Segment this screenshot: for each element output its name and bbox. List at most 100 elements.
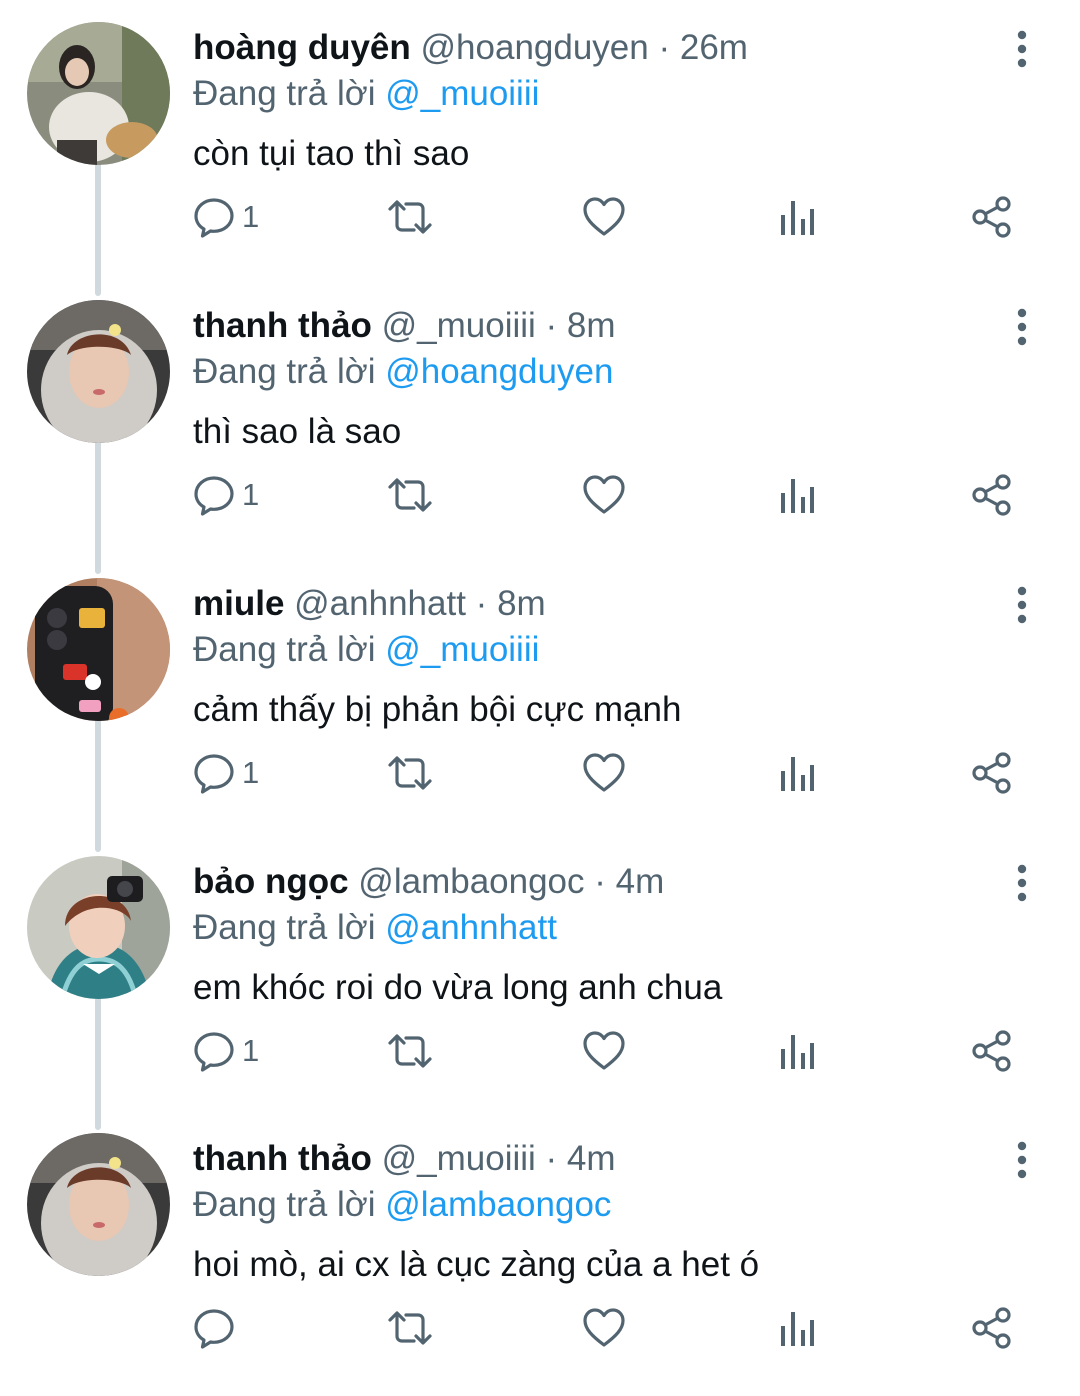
- share-button[interactable]: [970, 1303, 1014, 1353]
- author-handle[interactable]: @_muoiiii: [382, 306, 536, 345]
- like-icon: [582, 1029, 626, 1073]
- like-button[interactable]: [582, 192, 626, 242]
- views-icon: [777, 1306, 817, 1350]
- more-icon[interactable]: [1002, 863, 1042, 903]
- like-icon: [582, 751, 626, 795]
- separator: ·: [658, 28, 671, 67]
- tweet[interactable]: hoàng duyên @hoangduyen · 26m Đang trả l…: [0, 7, 1080, 285]
- views-button[interactable]: [777, 1303, 817, 1353]
- tweet-header: bảo ngọc @lambaongoc · 4m: [193, 859, 664, 905]
- retweet-button[interactable]: [386, 748, 434, 798]
- avatar[interactable]: [27, 300, 170, 443]
- timestamp[interactable]: 8m: [497, 584, 546, 623]
- retweet-button[interactable]: [386, 1026, 434, 1076]
- replying-to-label: Đang trả lời: [193, 1185, 376, 1224]
- author-handle[interactable]: @_muoiiii: [382, 1139, 536, 1178]
- retweet-button[interactable]: [386, 192, 434, 242]
- tweet-header: hoàng duyên @hoangduyen · 26m: [193, 25, 748, 71]
- timestamp[interactable]: 4m: [616, 862, 665, 901]
- share-button[interactable]: [970, 748, 1014, 798]
- author-name[interactable]: miule: [193, 584, 284, 623]
- more-icon[interactable]: [1002, 1140, 1042, 1180]
- tweet[interactable]: bảo ngọc @lambaongoc · 4m Đang trả lời @…: [0, 841, 1080, 1119]
- more-icon[interactable]: [1002, 307, 1042, 347]
- views-button[interactable]: [777, 192, 817, 242]
- views-button[interactable]: [777, 748, 817, 798]
- retweet-icon: [386, 195, 434, 239]
- more-icon[interactable]: [1002, 585, 1042, 625]
- replying-to-mention[interactable]: @lambaongoc: [385, 1185, 611, 1224]
- like-button[interactable]: [582, 470, 626, 520]
- action-bar: 1: [0, 470, 1080, 520]
- share-button[interactable]: [970, 192, 1014, 242]
- reply-icon: [192, 1029, 236, 1073]
- retweet-button[interactable]: [386, 470, 434, 520]
- like-button[interactable]: [582, 1303, 626, 1353]
- replying-to-mention[interactable]: @hoangduyen: [385, 352, 613, 391]
- author-name[interactable]: thanh thảo: [193, 306, 372, 345]
- share-icon: [970, 1306, 1014, 1350]
- more-icon[interactable]: [1002, 29, 1042, 69]
- author-name[interactable]: thanh thảo: [193, 1139, 372, 1178]
- share-button[interactable]: [970, 470, 1014, 520]
- tweet-header: thanh thảo @_muoiiii · 4m: [193, 1136, 616, 1182]
- replying-to: Đang trả lời @_muoiiii: [193, 627, 539, 673]
- replying-to: Đang trả lời @_muoiiii: [193, 71, 539, 117]
- separator: ·: [475, 584, 488, 623]
- retweet-button[interactable]: [386, 1303, 434, 1353]
- tweet[interactable]: thanh thảo @_muoiiii · 8m Đang trả lời @…: [0, 285, 1080, 563]
- share-icon: [970, 1029, 1014, 1073]
- share-button[interactable]: [970, 1026, 1014, 1076]
- replying-to-mention[interactable]: @anhnhatt: [385, 908, 557, 947]
- tweet-header: miule @anhnhatt · 8m: [193, 581, 546, 627]
- retweet-icon: [386, 1029, 434, 1073]
- timestamp[interactable]: 4m: [567, 1139, 616, 1178]
- reply-count: 1: [242, 755, 260, 790]
- reply-icon: [192, 473, 236, 517]
- action-bar: [0, 1303, 1080, 1353]
- separator: ·: [545, 306, 558, 345]
- tweet-text: thì sao là sao: [193, 412, 402, 451]
- avatar[interactable]: [27, 22, 170, 165]
- views-icon: [777, 1029, 817, 1073]
- views-button[interactable]: [777, 470, 817, 520]
- views-button[interactable]: [777, 1026, 817, 1076]
- tweet[interactable]: miule @anhnhatt · 8m Đang trả lời @_muoi…: [0, 563, 1080, 841]
- replying-to: Đang trả lời @hoangduyen: [193, 349, 613, 395]
- timestamp[interactable]: 8m: [567, 306, 616, 345]
- author-name[interactable]: bảo ngọc: [193, 862, 349, 901]
- reply-count: 1: [242, 199, 260, 234]
- tweet[interactable]: thanh thảo @_muoiiii · 4m Đang trả lời @…: [0, 1118, 1080, 1396]
- reply-button[interactable]: 1: [192, 470, 259, 520]
- avatar[interactable]: [27, 856, 170, 999]
- reply-count: 1: [242, 477, 260, 512]
- reply-thread: hoàng duyên @hoangduyen · 26m Đang trả l…: [0, 0, 1080, 1375]
- author-handle[interactable]: @lambaongoc: [358, 862, 584, 901]
- author-name[interactable]: hoàng duyên: [193, 28, 411, 67]
- replying-to-label: Đang trả lời: [193, 352, 376, 391]
- avatar[interactable]: [27, 1133, 170, 1276]
- replying-to-mention[interactable]: @_muoiiii: [385, 630, 539, 669]
- like-button[interactable]: [582, 748, 626, 798]
- views-icon: [777, 751, 817, 795]
- replying-to-mention[interactable]: @_muoiiii: [385, 74, 539, 113]
- like-icon: [582, 473, 626, 517]
- timestamp[interactable]: 26m: [680, 28, 748, 67]
- reply-button[interactable]: 1: [192, 748, 259, 798]
- action-bar: 1: [0, 748, 1080, 798]
- reply-button[interactable]: [192, 1303, 242, 1353]
- avatar[interactable]: [27, 578, 170, 721]
- action-bar: 1: [0, 1026, 1080, 1076]
- like-icon: [582, 195, 626, 239]
- separator: ·: [545, 1139, 558, 1178]
- tweet-text: cảm thấy bị phản bội cực mạnh: [193, 690, 682, 729]
- author-handle[interactable]: @hoangduyen: [421, 28, 649, 67]
- like-icon: [582, 1306, 626, 1350]
- like-button[interactable]: [582, 1026, 626, 1076]
- tweet-header: thanh thảo @_muoiiii · 8m: [193, 303, 616, 349]
- author-handle[interactable]: @anhnhatt: [294, 584, 466, 623]
- reply-button[interactable]: 1: [192, 1026, 259, 1076]
- views-icon: [777, 473, 817, 517]
- replying-to-label: Đang trả lời: [193, 908, 376, 947]
- reply-button[interactable]: 1: [192, 192, 259, 242]
